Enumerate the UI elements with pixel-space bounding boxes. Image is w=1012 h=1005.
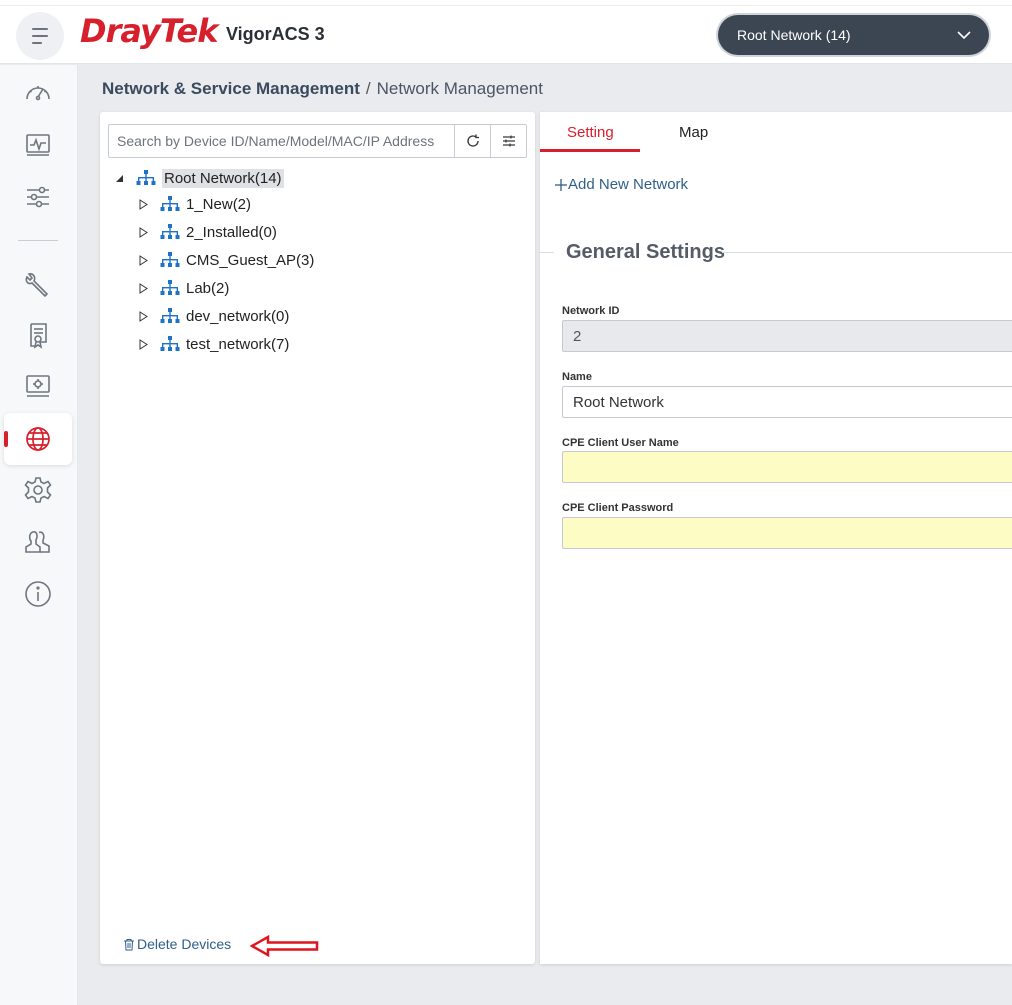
filter-button[interactable] <box>490 125 526 157</box>
cpe-password-label: CPE Client Password <box>562 502 674 514</box>
hamburger-line <box>32 35 48 37</box>
draytek-logo: DrayTek <box>80 12 218 50</box>
dashboard-gauge-icon[interactable] <box>19 75 57 113</box>
network-id-field: 2 <box>562 320 1012 352</box>
chevron-down-icon <box>957 31 971 40</box>
expand-triangle-icon[interactable] <box>138 198 148 210</box>
general-settings-title: General Settings <box>566 241 725 263</box>
settings-tabs: Setting Map <box>540 112 1012 152</box>
expand-triangle-icon[interactable] <box>138 254 148 266</box>
tab-setting[interactable]: Setting <box>567 124 614 141</box>
cpe-user-label: CPE Client User Name <box>562 437 679 449</box>
add-new-network-button[interactable]: Add New Network <box>554 176 688 193</box>
hamburger-line <box>32 42 42 44</box>
red-arrow-annotation-icon <box>250 934 319 958</box>
monitoring-icon[interactable] <box>19 126 57 164</box>
top-header: DrayTek VigorACS 3 Root Network (14) <box>0 0 1012 64</box>
network-tree-icon <box>160 336 180 352</box>
sidebar-divider <box>18 240 58 241</box>
tree-node-child[interactable]: 2_Installed(0) <box>138 221 277 243</box>
refresh-button[interactable] <box>454 125 490 157</box>
expand-triangle-icon[interactable] <box>138 226 148 238</box>
certificate-icon[interactable] <box>19 316 57 354</box>
filter-sliders-icon[interactable] <box>19 178 57 216</box>
gear-icon[interactable] <box>19 471 57 509</box>
network-tree-icon <box>160 224 180 240</box>
tree-root-label[interactable]: Root Network(14) <box>162 168 284 188</box>
section-divider <box>722 252 1012 253</box>
expand-triangle-icon[interactable] <box>138 310 148 322</box>
tree-node-label[interactable]: CMS_Guest_AP(3) <box>186 252 314 269</box>
tree-node-label[interactable]: Lab(2) <box>186 280 229 297</box>
info-icon[interactable] <box>19 575 57 613</box>
product-name: VigorACS 3 <box>226 24 325 44</box>
sidebar-active-marker <box>4 431 8 447</box>
network-tree-icon <box>160 308 180 324</box>
cpe-user-field[interactable] <box>562 451 1012 483</box>
expand-triangle-icon[interactable] <box>138 282 148 294</box>
expand-triangle-icon[interactable] <box>138 338 148 350</box>
tree-node-label[interactable]: dev_network(0) <box>186 308 289 325</box>
filter-settings-icon <box>502 135 515 147</box>
hamburger-line <box>32 28 48 30</box>
breadcrumb: Network & Service Management / Network Man… <box>102 79 543 99</box>
collapse-triangle-icon[interactable] <box>114 173 124 183</box>
section-divider <box>540 252 554 253</box>
add-new-network-label: Add New Network <box>568 176 689 193</box>
network-tree-panel: Root Network(14) 1_New(2) <box>100 112 535 964</box>
delete-devices-link[interactable]: Delete Devices <box>123 936 231 952</box>
network-tree-icon <box>160 196 180 212</box>
tree-node-child[interactable]: 1_New(2) <box>138 193 251 215</box>
device-search <box>108 124 527 158</box>
hamburger-menu-button[interactable] <box>16 12 64 60</box>
network-selector[interactable]: Root Network (14) <box>718 15 989 55</box>
tree-node-root[interactable]: Root Network(14) <box>114 167 284 189</box>
breadcrumb-parent[interactable]: Network & Service Management <box>102 79 360 98</box>
name-field[interactable]: Root Network <box>562 386 1012 418</box>
users-icon[interactable] <box>19 523 57 561</box>
tree-node-child[interactable]: test_network(7) <box>138 333 289 355</box>
wrench-icon[interactable] <box>19 265 57 303</box>
delete-devices-label: Delete Devices <box>137 936 232 952</box>
tree-node-label[interactable]: 2_Installed(0) <box>186 224 277 241</box>
tree-node-child[interactable]: Lab(2) <box>138 277 229 299</box>
tree-node-child[interactable]: dev_network(0) <box>138 305 289 327</box>
breadcrumb-separator: / <box>365 79 371 98</box>
tree-node-label[interactable]: 1_New(2) <box>186 196 251 213</box>
network-id-label: Network ID <box>562 305 620 317</box>
network-tree-icon <box>160 280 180 296</box>
network-selector-label: Root Network (14) <box>737 27 851 43</box>
tree-node-label[interactable]: test_network(7) <box>186 336 289 353</box>
globe-icon[interactable] <box>19 420 57 458</box>
tree-node-child[interactable]: CMS_Guest_AP(3) <box>138 249 314 271</box>
network-settings-panel: Setting Map Add New Network General Sett… <box>540 112 1012 964</box>
plus-icon <box>555 178 567 191</box>
sidebar <box>0 65 78 1005</box>
network-tree-icon <box>136 170 156 186</box>
refresh-icon <box>466 134 479 147</box>
breadcrumb-current: Network Management <box>376 79 543 98</box>
cpe-password-field[interactable] <box>562 517 1012 549</box>
device-search-input[interactable] <box>109 125 454 157</box>
network-tree-icon <box>160 252 180 268</box>
trash-icon <box>124 938 134 950</box>
active-tab-underline <box>540 149 640 152</box>
header-top-strip <box>0 0 1012 6</box>
monitor-settings-icon[interactable] <box>19 367 57 405</box>
name-label: Name <box>562 371 592 383</box>
tab-map[interactable]: Map <box>679 124 708 141</box>
